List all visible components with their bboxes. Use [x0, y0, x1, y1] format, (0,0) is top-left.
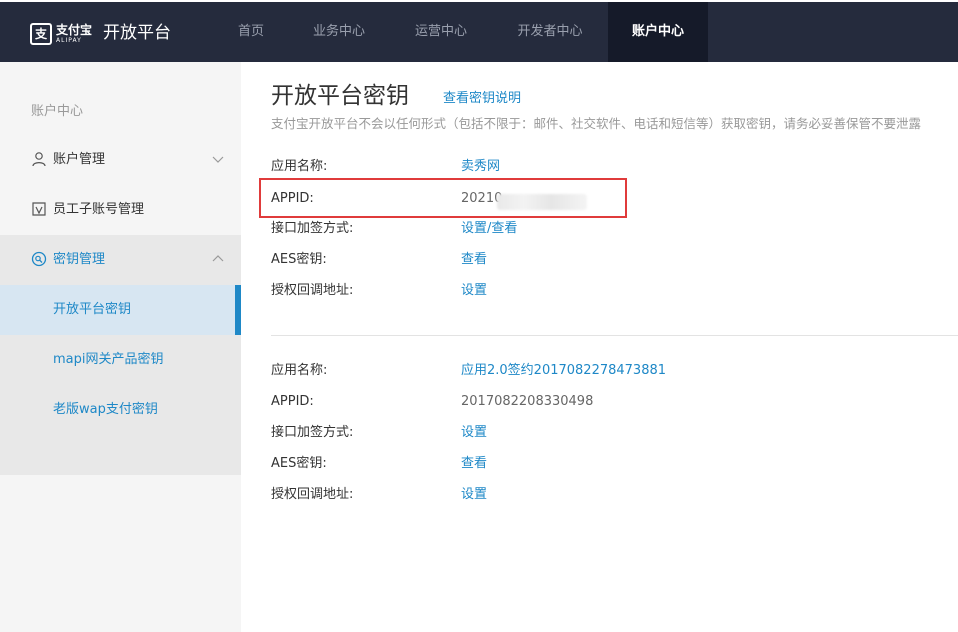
- sidebar-header: 账户中心: [31, 104, 84, 119]
- aes-key-label: AES密钥:: [271, 252, 327, 267]
- appid-label: APPID:: [271, 394, 314, 409]
- sidebar-item-label: 开放平台密钥: [53, 302, 132, 317]
- nav-business-center[interactable]: 业务中心: [298, 2, 380, 62]
- sidebar-item-staff-accounts[interactable]: 员工子账号管理: [0, 185, 241, 235]
- page-title: 开放平台密钥: [271, 83, 409, 109]
- chevron-up-icon[interactable]: [211, 252, 225, 266]
- chevron-down-icon[interactable]: [211, 152, 225, 166]
- nav-home[interactable]: 首页: [222, 2, 280, 62]
- app-name-label: 应用名称:: [271, 363, 328, 378]
- sign-method-label: 接口加签方式:: [271, 425, 354, 440]
- app-divider: [271, 335, 958, 336]
- sidebar-subitem-mapi-gateway-key[interactable]: mapi网关产品密钥: [0, 335, 241, 385]
- nav-developer-center[interactable]: 开发者中心: [502, 2, 598, 62]
- app-name-link[interactable]: 应用2.0签约2017082278473881: [461, 361, 666, 381]
- app-name-link[interactable]: 卖秀网: [461, 157, 500, 177]
- aes-key-label: AES密钥:: [271, 456, 327, 471]
- sidebar-item-account-management[interactable]: 账户管理: [0, 135, 241, 185]
- nav-operation-center[interactable]: 运营中心: [400, 2, 482, 62]
- security-notice: 支付宝开放平台不会以任何形式（包括不限于：邮件、社交软件、电话和短信等）获取密钥…: [271, 116, 922, 131]
- sign-method-set-link[interactable]: 设置: [461, 423, 487, 443]
- brand-name-en: ALIPAY: [56, 37, 82, 44]
- callback-url-set-link[interactable]: 设置: [461, 485, 487, 505]
- aes-key-view-link[interactable]: 查看: [461, 454, 487, 474]
- key-icon: [31, 251, 47, 267]
- sidebar-subitem-open-platform-key[interactable]: 开放平台密钥: [0, 285, 241, 335]
- app-name-label: 应用名称:: [271, 159, 328, 174]
- sidebar-item-label: 老版wap支付密钥: [53, 402, 158, 417]
- top-navbar: 支 支付宝 ALIPAY 开放平台 首页 业务中心 运营中心 开发者中心 账户中…: [0, 0, 958, 62]
- alipay-icon: 支: [30, 23, 52, 45]
- nav-account-center[interactable]: 账户中心: [608, 2, 708, 62]
- sign-method-set-view-link[interactable]: 设置/查看: [461, 219, 517, 239]
- callback-url-label: 授权回调地址:: [271, 283, 354, 298]
- brand-text: 支付宝 ALIPAY: [56, 23, 93, 45]
- sidebar-item-key-management[interactable]: 密钥管理: [0, 235, 241, 285]
- sidebar-group-footer: [0, 435, 241, 475]
- callback-url-label: 授权回调地址:: [271, 487, 354, 502]
- alipay-logo[interactable]: 支 支付宝 ALIPAY: [30, 21, 92, 47]
- sidebar-subitem-wap-pay-key[interactable]: 老版wap支付密钥: [0, 385, 241, 435]
- callback-url-set-link[interactable]: 设置: [461, 281, 487, 301]
- appid-highlight-box: [259, 178, 627, 218]
- aes-key-view-link[interactable]: 查看: [461, 250, 487, 270]
- sign-method-label: 接口加签方式:: [271, 221, 354, 236]
- sidebar-item-label: 账户管理: [53, 152, 106, 167]
- platform-title[interactable]: 开放平台: [103, 22, 171, 44]
- appid-value: 2017082208330498: [461, 394, 594, 409]
- brand-name: 支付宝: [56, 23, 93, 37]
- sidebar: 账户中心 账户管理 员工子账号管理 密钥管理 开放平台密钥 mapi网关产品密钥…: [0, 62, 241, 632]
- sidebar-item-label: mapi网关产品密钥: [53, 352, 164, 367]
- sidebar-item-label: 员工子账号管理: [53, 202, 145, 217]
- user-icon: [32, 152, 46, 167]
- sidebar-item-label: 密钥管理: [53, 252, 106, 267]
- staff-icon: [32, 202, 46, 216]
- view-key-doc-link[interactable]: 查看密钥说明: [443, 89, 521, 109]
